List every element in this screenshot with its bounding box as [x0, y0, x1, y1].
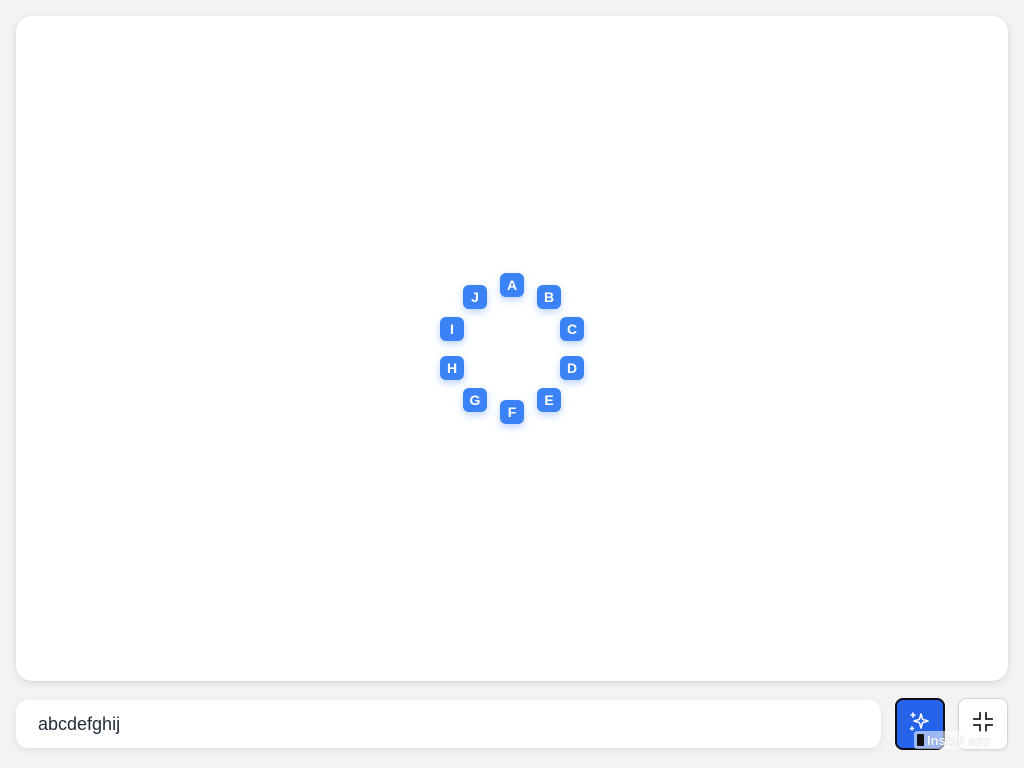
graph-canvas[interactable] — [16, 16, 1008, 681]
node-f[interactable]: F — [500, 400, 524, 424]
node-j[interactable]: J — [463, 285, 487, 309]
node-a[interactable]: A — [500, 273, 524, 297]
node-b[interactable]: B — [537, 285, 561, 309]
node-d[interactable]: D — [560, 356, 584, 380]
node-h[interactable]: H — [440, 356, 464, 380]
install-app-chip[interactable]: Install app — [914, 731, 995, 749]
node-g[interactable]: G — [463, 388, 487, 412]
text-input[interactable] — [16, 700, 881, 748]
node-i[interactable]: I — [440, 317, 464, 341]
node-c[interactable]: C — [560, 317, 584, 341]
phone-icon — [917, 734, 924, 746]
install-app-label: Install app — [927, 732, 992, 748]
node-e[interactable]: E — [537, 388, 561, 412]
